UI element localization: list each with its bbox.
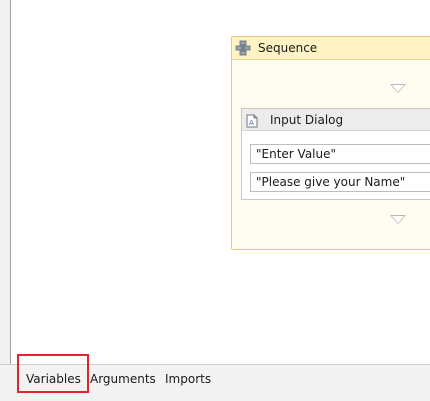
svg-text:A: A [249,119,254,127]
workflow-designer: Sequence A Input Dialog "Enter Value" "P… [0,0,430,401]
tab-imports[interactable]: Imports [165,370,211,388]
input-dialog-title: Input Dialog [270,112,344,127]
input-dialog-icon: A [246,113,258,127]
tab-arguments[interactable]: Arguments [90,370,156,388]
input-dialog-header[interactable]: A Input Dialog [242,109,430,131]
sequence-header[interactable]: Sequence [232,37,430,60]
input-dialog-activity[interactable]: A Input Dialog "Enter Value" "Please giv… [241,108,430,200]
left-panel-edge [0,0,11,364]
variables-highlight-box [17,354,89,393]
dialog-label-field[interactable]: "Please give your Name" [250,172,430,192]
dialog-title-field[interactable]: "Enter Value" [250,144,430,164]
drop-target-arrow-top[interactable] [390,84,406,93]
drop-target-arrow-bottom[interactable] [390,215,406,224]
sequence-title: Sequence [258,41,318,55]
sequence-icon [235,40,251,56]
